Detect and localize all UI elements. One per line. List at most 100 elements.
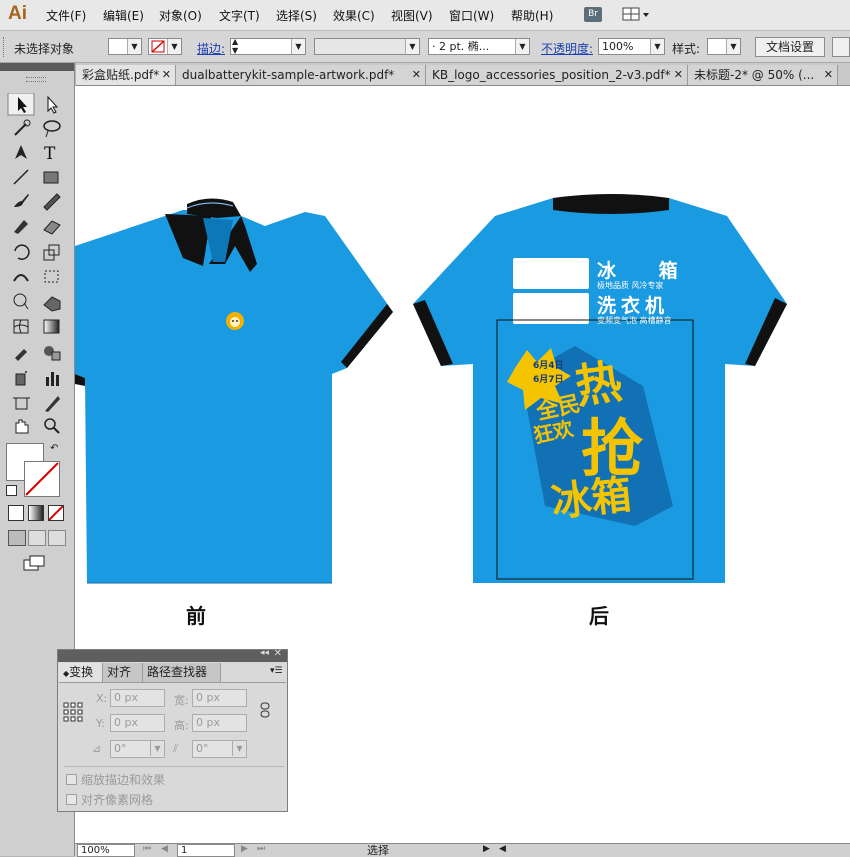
type-tool-icon[interactable]: T — [44, 144, 56, 164]
none-mode-icon[interactable] — [48, 505, 64, 521]
grip-handle[interactable] — [3, 37, 7, 57]
close-icon[interactable]: ✕ — [274, 648, 282, 659]
gradient-tool-icon[interactable] — [43, 319, 60, 334]
hand-tool-icon[interactable] — [15, 419, 29, 434]
collapse-icon[interactable]: ◂◂ — [260, 648, 269, 658]
menu-view[interactable]: 视图(V) — [391, 7, 433, 24]
menu-help[interactable]: 帮助(H) — [511, 7, 553, 24]
lasso-tool-icon[interactable] — [43, 120, 61, 138]
tab-doc-4[interactable]: 未标题-2* @ 50% (... ✕ — [688, 65, 838, 85]
opacity-label[interactable]: 不透明度: — [541, 40, 593, 57]
scroll-left-icon[interactable]: ◀ — [499, 844, 506, 854]
fill-swatch-dropdown[interactable]: ▼ — [108, 38, 142, 55]
pen-tool-icon[interactable] — [15, 145, 27, 159]
tab-pathfinder[interactable]: 路径查找器 — [143, 663, 221, 682]
menu-object[interactable]: 对象(O) — [159, 7, 202, 24]
pencil-tool-icon[interactable] — [43, 193, 61, 211]
status-menu-arrow-icon[interactable]: ▶ — [483, 844, 490, 854]
brush-definition[interactable]: · 2 pt. 椭... ▼ — [428, 38, 530, 55]
swap-fill-stroke-icon[interactable]: ↶ — [50, 443, 58, 454]
blend-tool-icon[interactable] — [44, 346, 61, 361]
next-page-icon[interactable]: ▶ — [241, 844, 248, 854]
print-product1: 冰 箱 — [597, 260, 696, 282]
arrange-documents-icon[interactable] — [622, 7, 650, 22]
close-icon[interactable]: ✕ — [674, 65, 683, 85]
bridge-button[interactable]: Br — [584, 7, 602, 22]
draw-inside-icon[interactable] — [48, 530, 66, 546]
shear-field[interactable]: 0° ▼ — [192, 740, 247, 758]
none-stroke-icon — [151, 40, 165, 53]
height-field[interactable]: 0 px — [192, 714, 247, 732]
stroke-swatch[interactable] — [24, 461, 60, 497]
panel-titlebar[interactable]: ◂◂ ✕ — [58, 648, 287, 662]
toolbox-titlebar[interactable] — [0, 63, 74, 71]
panel-menu-icon[interactable]: ▾☰ — [270, 666, 283, 676]
stepper-icon[interactable]: ▲ ▼ — [232, 39, 238, 54]
document-setup-button[interactable]: 文档设置 — [755, 37, 825, 57]
line-tool-icon[interactable] — [13, 169, 29, 185]
eyedropper-tool-icon[interactable] — [15, 349, 27, 361]
screen-mode-icon[interactable] — [23, 555, 47, 571]
tab-doc-1[interactable]: 彩盒贴纸.pdf* ✕ — [76, 65, 176, 85]
close-icon[interactable]: ✕ — [162, 65, 171, 85]
opacity-field[interactable]: 100% ▼ — [598, 38, 665, 55]
stroke-label[interactable]: 描边: — [197, 40, 225, 57]
artboard-number-field[interactable]: 1 — [177, 844, 235, 857]
rotate-tool-icon[interactable] — [14, 244, 30, 260]
gradient-mode-icon[interactable] — [28, 505, 44, 521]
tab-doc-2[interactable]: dualbatterykit-sample-artwork.pdf* ✕ — [176, 65, 426, 85]
width-field[interactable]: 0 px — [192, 689, 247, 707]
slice-tool-icon[interactable] — [45, 396, 60, 412]
menu-window[interactable]: 窗口(W) — [449, 7, 494, 24]
menu-effect[interactable]: 效果(C) — [333, 7, 375, 24]
direct-selection-tool-icon[interactable] — [47, 95, 59, 114]
close-icon[interactable]: ✕ — [412, 65, 421, 85]
paintbrush-tool-icon[interactable] — [14, 194, 29, 207]
artboard-tool-icon[interactable] — [13, 397, 30, 410]
menu-edit[interactable]: 编辑(E) — [103, 7, 144, 24]
current-tool-status: 选择 — [367, 844, 389, 857]
symbol-sprayer-tool-icon[interactable] — [15, 371, 27, 386]
zoom-tool-icon[interactable] — [44, 418, 60, 434]
menu-select[interactable]: 选择(S) — [276, 7, 317, 24]
magic-wand-tool-icon[interactable] — [14, 119, 31, 136]
align-pixel-grid-checkbox[interactable] — [66, 794, 77, 805]
last-page-icon[interactable]: ⏭ — [257, 844, 265, 854]
tab-transform[interactable]: ◆变换 — [59, 663, 103, 682]
scale-strokes-checkbox[interactable] — [66, 774, 77, 785]
grip-handle[interactable] — [26, 77, 46, 82]
menu-file[interactable]: 文件(F) — [46, 7, 86, 24]
rotate-field[interactable]: 0° ▼ — [110, 740, 165, 758]
first-page-icon[interactable]: ⏮ — [143, 844, 151, 854]
eraser-tool-icon[interactable] — [43, 220, 61, 235]
rectangle-tool-icon[interactable] — [43, 171, 59, 184]
width-tool-icon[interactable] — [13, 274, 29, 282]
mesh-tool-icon[interactable] — [13, 319, 29, 334]
y-field[interactable]: 0 px — [110, 714, 165, 732]
free-transform-tool-icon[interactable] — [44, 270, 59, 283]
stroke-weight-field[interactable]: ▲ ▼ ▼ — [230, 38, 306, 55]
reference-point-icon[interactable] — [63, 702, 83, 722]
close-icon[interactable]: ✕ — [824, 65, 833, 85]
graphic-style-dropdown[interactable]: ▼ — [707, 38, 741, 55]
front-shirt[interactable] — [75, 198, 393, 584]
column-graph-tool-icon[interactable] — [46, 372, 59, 386]
variable-width-profile[interactable]: ▼ — [314, 38, 420, 55]
zoom-field[interactable]: 100% — [77, 844, 135, 857]
shape-builder-tool-icon[interactable] — [13, 293, 29, 310]
tab-align[interactable]: 对齐 — [103, 663, 143, 682]
prev-page-icon[interactable]: ◀ — [161, 844, 168, 854]
draw-normal-icon[interactable] — [8, 530, 26, 546]
x-field[interactable]: 0 px — [110, 689, 165, 707]
constrain-link-icon[interactable] — [258, 702, 272, 718]
stroke-swatch-dropdown[interactable]: ▼ — [148, 38, 182, 55]
scale-tool-icon[interactable] — [43, 244, 60, 261]
tab-doc-3[interactable]: KB_logo_accessories_position_2-v3.pdf* ✕ — [426, 65, 688, 85]
draw-behind-icon[interactable] — [28, 530, 46, 546]
preferences-button[interactable] — [832, 37, 850, 57]
color-mode-icon[interactable] — [8, 505, 24, 521]
blob-brush-tool-icon[interactable] — [14, 220, 28, 234]
menu-type[interactable]: 文字(T) — [219, 7, 260, 24]
default-fill-stroke-icon[interactable] — [6, 485, 17, 496]
perspective-grid-tool-icon[interactable] — [43, 296, 61, 312]
